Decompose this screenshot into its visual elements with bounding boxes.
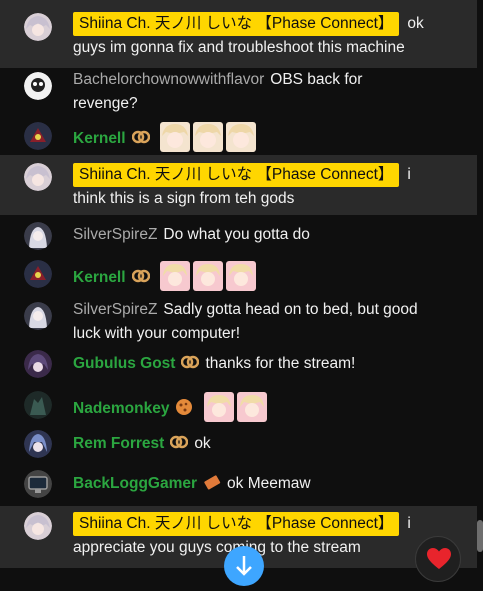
message-text: Do what you gotta do xyxy=(163,226,310,243)
author-name[interactable]: BackLoggGamer xyxy=(73,475,197,492)
scrollbar[interactable] xyxy=(477,0,483,568)
chat-message: Kernell xyxy=(0,118,477,154)
avatar[interactable] xyxy=(24,470,52,498)
chat-message: Rem Forrest ok xyxy=(0,428,477,462)
chat-message: Kernell xyxy=(0,256,477,292)
author-name[interactable]: SilverSpireZ xyxy=(73,226,157,243)
avatar[interactable] xyxy=(24,350,52,378)
message-text-continued: think this is a sign from teh gods xyxy=(73,190,295,207)
heart-icon xyxy=(427,548,451,569)
pink-chibi-emote xyxy=(159,261,190,291)
arrow-down-icon xyxy=(236,556,252,576)
owner-author-chip[interactable]: Shiina Ch. 天ノ川 しいな 【Phase Connect】 xyxy=(73,12,400,36)
message-text: thanks for the stream! xyxy=(205,355,356,372)
pink-chibi-emote xyxy=(203,392,234,422)
chibi-emote xyxy=(192,122,223,152)
chibi-emote xyxy=(225,122,256,152)
author-name[interactable]: Bachelorchownowwithflavor xyxy=(73,71,264,88)
pink-chibi-emote xyxy=(192,261,223,291)
avatar[interactable] xyxy=(24,512,52,540)
message-text-continued: appreciate you guys coming to the stream xyxy=(73,539,361,556)
chibi-emote xyxy=(159,122,190,152)
author-name[interactable]: Rem Forrest xyxy=(73,435,164,452)
chat-message: SilverSpireZ Do what you gotta do xyxy=(0,220,477,254)
chat-message: Shiina Ch. 天ノ川 しいな 【Phase Connect】 ok guy… xyxy=(0,0,477,68)
chat-message: SilverSpireZ Sadly gotta head on to bed, … xyxy=(0,298,477,344)
live-chat-list: Shiina Ch. 天ノ川 しいな 【Phase Connect】 ok guy… xyxy=(0,0,477,568)
pretzel-badge-icon xyxy=(131,128,150,146)
message-text-continued: guys im gonna fix and troubleshoot this … xyxy=(73,39,405,56)
owner-author-chip[interactable]: Shiina Ch. 天ノ川 しいな 【Phase Connect】 xyxy=(73,163,400,187)
message-text: OBS back for xyxy=(270,71,363,88)
message-text: ok xyxy=(194,435,211,452)
message-text: ok xyxy=(407,15,424,32)
avatar[interactable] xyxy=(24,260,52,288)
pink-chibi-emote xyxy=(236,392,267,422)
message-text: i xyxy=(407,166,411,183)
message-text: ok Meemaw xyxy=(227,475,311,492)
scroll-to-bottom-button[interactable] xyxy=(224,546,264,586)
message-text-continued: revenge? xyxy=(73,95,138,112)
avatar[interactable] xyxy=(24,163,52,191)
owner-author-chip[interactable]: Shiina Ch. 天ノ川 しいな 【Phase Connect】 xyxy=(73,512,400,536)
pretzel-badge-icon xyxy=(170,433,189,451)
avatar[interactable] xyxy=(24,72,52,100)
author-name[interactable]: SilverSpireZ xyxy=(73,301,157,318)
avatar[interactable] xyxy=(24,222,52,250)
author-name[interactable]: Gubulus Gost xyxy=(73,355,175,372)
author-name[interactable]: Kernell xyxy=(73,130,126,147)
chat-message: Shiina Ch. 天ノ川 しいな 【Phase Connect】 i thin… xyxy=(0,155,477,215)
chat-message: Nademonkey xyxy=(0,387,477,423)
scrollbar-thumb[interactable] xyxy=(477,520,483,552)
pretzel-badge-icon xyxy=(181,353,200,371)
reaction-button[interactable] xyxy=(415,536,461,582)
avatar[interactable] xyxy=(24,302,52,330)
author-name[interactable]: Nademonkey xyxy=(73,400,169,417)
avatar[interactable] xyxy=(24,391,52,419)
author-name[interactable]: Kernell xyxy=(73,269,126,286)
message-text: Sadly gotta head on to bed, but good xyxy=(163,301,418,318)
avatar[interactable] xyxy=(24,13,52,41)
pink-chibi-emote xyxy=(225,261,256,291)
chat-message: BackLoggGamer ok Meemaw xyxy=(0,468,477,502)
message-text-continued: luck with your computer! xyxy=(73,325,241,342)
ticket-badge-icon xyxy=(203,473,221,491)
message-text: i xyxy=(407,515,411,532)
cookie-badge-icon xyxy=(175,398,193,416)
pretzel-badge-icon xyxy=(131,267,150,285)
chat-message: Bachelorchownowwithflavor OBS back for re… xyxy=(0,68,477,120)
avatar[interactable] xyxy=(24,430,52,458)
chat-message: Gubulus Gost thanks for the stream! xyxy=(0,350,477,384)
avatar[interactable] xyxy=(24,122,52,150)
